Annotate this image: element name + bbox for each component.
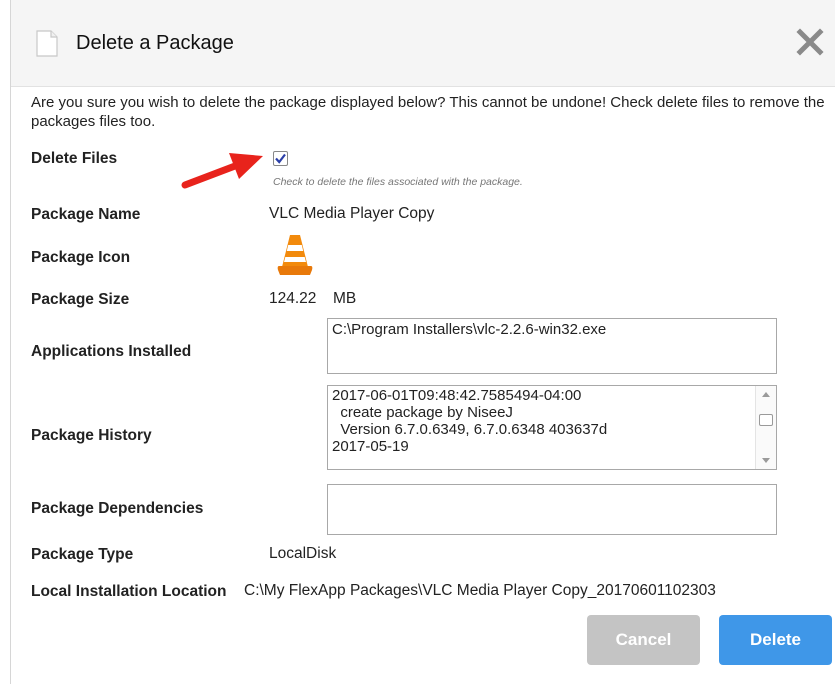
package-icon-label: Package Icon [31,249,131,266]
package-dependencies-textarea[interactable] [327,484,777,535]
vlc-cone-icon [275,231,315,284]
history-line: 2017-05-19 [332,438,409,455]
package-history-content: 2017-06-01T09:48:42.7585494-04:00 create… [332,387,752,455]
local-installation-location-label: Local Installation Location [31,583,227,600]
dialog-header: Delete a Package [11,0,835,87]
delete-files-hint: Check to delete the files associated wit… [273,176,523,188]
package-dependencies-label: Package Dependencies [31,500,204,517]
scroll-thumb[interactable] [759,414,773,426]
applications-installed-label: Applications Installed [31,343,192,360]
package-size-unit: MB [333,290,357,307]
history-scrollbar[interactable] [755,386,776,469]
scroll-up-arrow-icon[interactable] [762,392,770,397]
history-line: create package by NiseeJ [332,404,513,421]
package-name-label: Package Name [31,206,141,223]
package-type-label: Package Type [31,546,134,563]
package-name-value: VLC Media Player Copy [269,205,435,222]
confirmation-message: Are you sure you wish to delete the pack… [31,94,825,130]
close-icon[interactable] [796,28,824,61]
red-arrow-icon [179,145,271,196]
package-history-textarea[interactable]: 2017-06-01T09:48:42.7585494-04:00 create… [327,385,777,470]
delete-button[interactable]: Delete [719,615,832,665]
document-icon [36,30,58,62]
cancel-button[interactable]: Cancel [587,615,700,665]
history-line: Version 6.7.0.6349, 6.7.0.6348 403637d [332,421,608,438]
history-line: 2017-06-01T09:48:42.7585494-04:00 [332,387,582,404]
local-installation-location-value: C:\My FlexApp Packages\VLC Media Player … [244,582,716,599]
package-history-label: Package History [31,427,152,444]
package-size-value: 124.22 [269,290,317,307]
dialog-title: Delete a Package [76,32,234,54]
delete-files-label: Delete Files [31,150,118,167]
package-size-label: Package Size [31,291,130,308]
scroll-down-arrow-icon[interactable] [762,458,770,463]
package-type-value: LocalDisk [269,545,337,562]
delete-files-checkbox[interactable] [273,151,288,166]
applications-installed-value: C:\Program Installers\vlc-2.2.6-win32.ex… [332,321,607,338]
delete-package-dialog: Delete a Package Are you sure you wish t… [10,0,835,684]
applications-installed-textarea[interactable]: C:\Program Installers\vlc-2.2.6-win32.ex… [327,318,777,374]
